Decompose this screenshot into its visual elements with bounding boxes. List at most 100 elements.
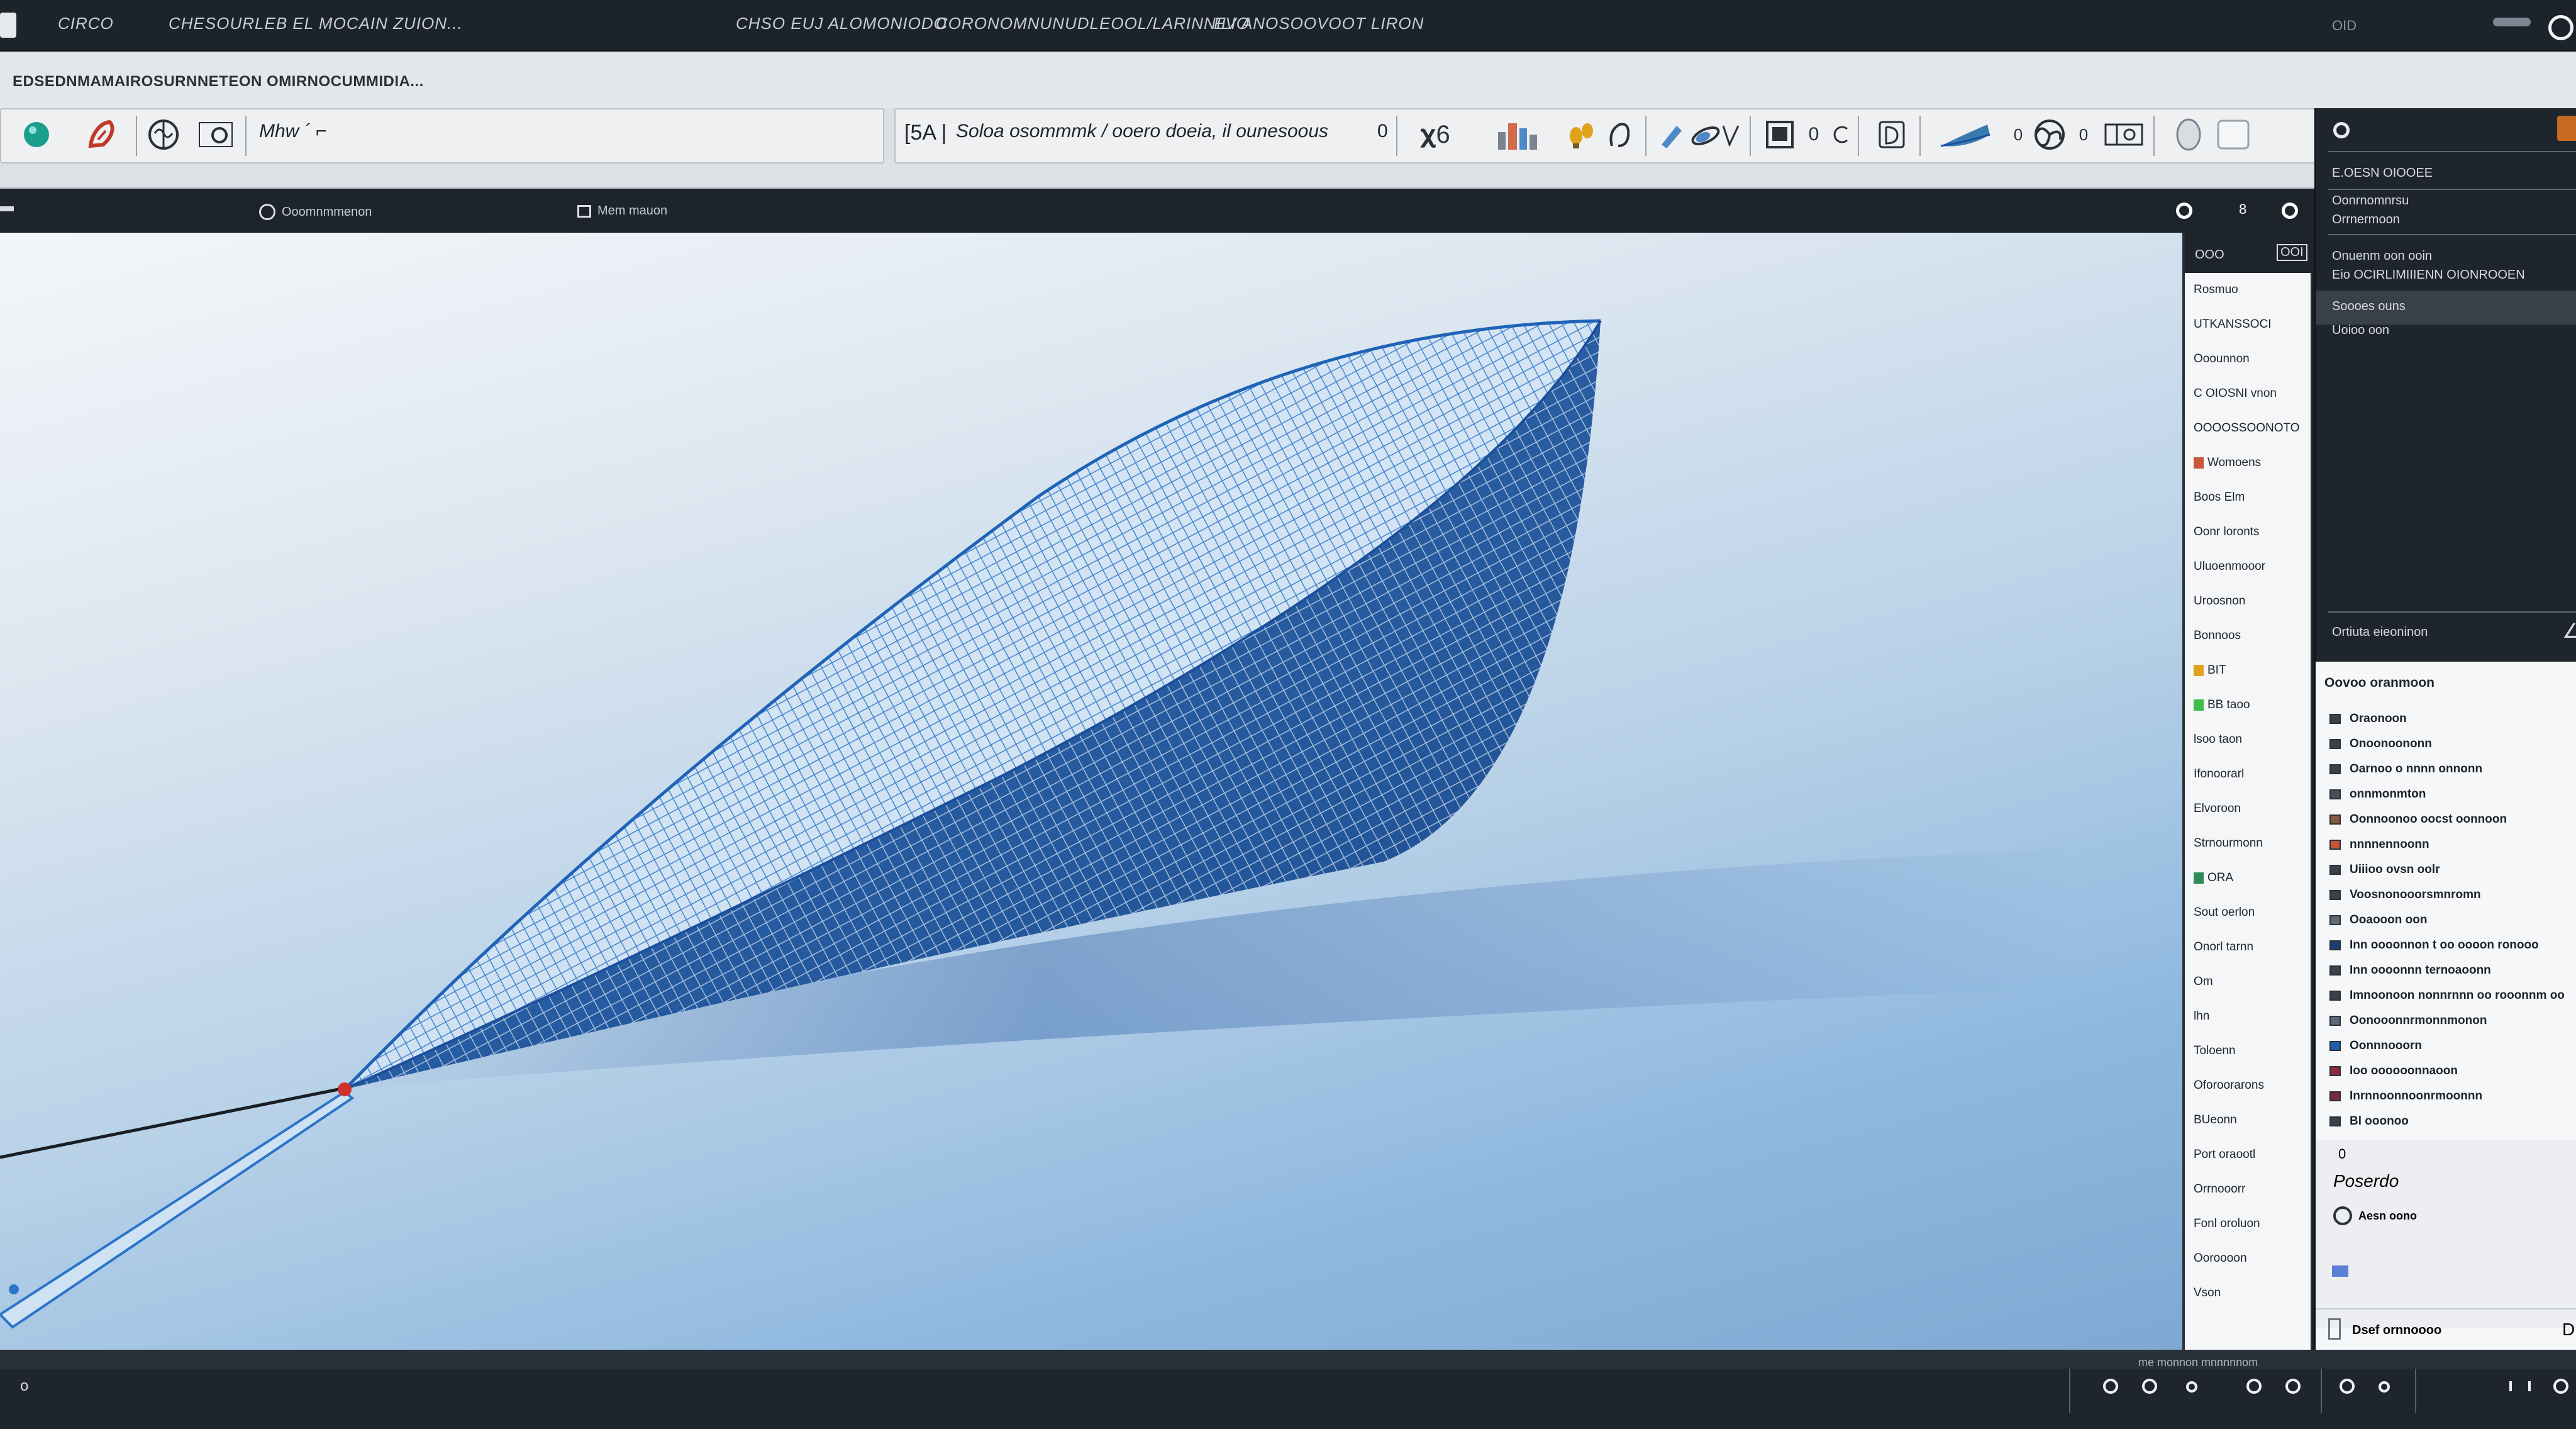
3d-viewport[interactable] <box>0 233 2182 1350</box>
layer-list-item[interactable]: Inn oooonnn ternoaoonn <box>2329 964 2491 977</box>
path-label[interactable]: Soloa osommmk / ooero doeia, il ounesoou… <box>956 121 1328 142</box>
pen-tool-button[interactable] <box>83 116 121 153</box>
prop-row-5[interactable]: Eio OCIRLIMIIIENN OIONROOEN <box>2332 268 2525 282</box>
layer-list-item[interactable]: Inn oooonnon t oo oooon ronooo <box>2329 938 2539 952</box>
layer-list-item[interactable]: Voosnonooorsmnromn <box>2329 888 2481 902</box>
prop-row-3[interactable]: Orrnermoon <box>2332 213 2400 227</box>
layer-list-item[interactable]: Oonooonnrmonnmonon <box>2329 1014 2487 1028</box>
text-tool-button[interactable]: 𝛘6 <box>1409 116 1462 153</box>
bulb-tool-button[interactable] <box>1562 116 1600 153</box>
app-icon[interactable] <box>0 13 16 38</box>
status-ring-2-icon[interactable] <box>2142 1379 2157 1394</box>
prop-footer-row[interactable]: Ortiuta eieoninon <box>2332 625 2428 640</box>
palette-item[interactable]: Rosmuo <box>2194 283 2238 297</box>
close-icon[interactable] <box>2548 15 2573 40</box>
status-ring-7-icon[interactable] <box>2379 1381 2390 1393</box>
palette-item[interactable]: lhn <box>2194 1009 2209 1023</box>
viewport-tab-2[interactable]: Mem mauon <box>577 204 667 218</box>
frame-tool-button[interactable] <box>1761 116 1799 153</box>
palette-item[interactable]: BUeonn <box>2194 1113 2237 1127</box>
bracket-label[interactable]: [5A | <box>904 121 947 145</box>
minimize-icon[interactable] <box>2493 18 2531 26</box>
layer-list-item[interactable]: Uiiioo ovsn oolr <box>2329 863 2440 877</box>
root-node[interactable] <box>338 1082 352 1096</box>
layer-list-item[interactable]: Oonnoonoo oocst oonnoon <box>2329 813 2507 826</box>
viewport-maximize-icon[interactable] <box>2176 203 2192 219</box>
title-menu-2[interactable]: CHESOURLEB EL MOCAIN ZUION... <box>169 14 463 33</box>
layer-radio-option[interactable]: Aesn oono <box>2333 1206 2417 1225</box>
palette-item[interactable]: Uluoenmooor <box>2194 560 2265 574</box>
layer-footer-checkbox[interactable] <box>2328 1318 2341 1340</box>
layer-list-item[interactable]: Imnoonoon nonnrnnn oo rooonnm oo <box>2329 989 2565 1003</box>
stem-end-node[interactable] <box>9 1284 19 1294</box>
viewport-menu-icon[interactable] <box>0 206 14 211</box>
layer-list-item[interactable]: Inrnnoonnoonrmoonnn <box>2329 1089 2482 1103</box>
palette-item[interactable]: Ooroooon <box>2194 1252 2247 1265</box>
palette-item[interactable]: Orrnooorr <box>2194 1182 2245 1196</box>
palette-item[interactable]: ORA <box>2194 871 2233 885</box>
palette-item[interactable]: Boos Elm <box>2194 491 2245 504</box>
arc-tool-button[interactable] <box>1829 116 1854 153</box>
prop-row-4[interactable]: Onuenm oon ooin <box>2332 249 2432 264</box>
palette-item[interactable]: OOOOSSOONOTO <box>2194 421 2300 435</box>
palette-header-left[interactable]: OOO <box>2195 248 2224 262</box>
brush-tool-button[interactable] <box>1655 116 1743 153</box>
palette-item[interactable]: Oonr loronts <box>2194 525 2260 539</box>
title-menu-3[interactable]: CHSO EUJ ALOMONIODO <box>736 14 947 33</box>
ellipse-tool-button[interactable] <box>2170 116 2207 153</box>
palette-item[interactable]: lsoo taon <box>2194 733 2242 747</box>
lasso-tool-button[interactable] <box>1604 116 1635 153</box>
palette-item[interactable]: Womoens <box>2194 456 2261 470</box>
palette-item[interactable]: Om <box>2194 975 2213 989</box>
layer-list-item[interactable]: Onoonoononn <box>2329 737 2432 751</box>
palette-item[interactable]: Sout oerlon <box>2194 906 2255 920</box>
layer-list-item[interactable]: Ooaooon oon <box>2329 913 2427 927</box>
layer-list-item[interactable]: Oarnoo o nnnn onnonn <box>2329 762 2482 776</box>
layer-list-item[interactable]: Oonnnooorn <box>2329 1039 2422 1053</box>
layer-color-swatch[interactable] <box>2332 1265 2348 1277</box>
palette-item[interactable]: Vson <box>2194 1286 2221 1300</box>
zero-button-b[interactable]: 0 <box>2074 116 2093 153</box>
palette-item[interactable]: Bonnoos <box>2194 629 2241 643</box>
palette-item[interactable]: Fonl oroluon <box>2194 1217 2260 1231</box>
status-ring-1-icon[interactable] <box>2103 1379 2118 1394</box>
shape-tool-button[interactable] <box>1936 116 1999 153</box>
palette-item[interactable]: Strnourmonn <box>2194 837 2263 850</box>
palette-item[interactable]: BB taoo <box>2194 698 2250 712</box>
palette-item[interactable]: Elvoroon <box>2194 802 2241 816</box>
palette-item[interactable]: Oforoorarons <box>2194 1079 2264 1093</box>
prop-row-1[interactable]: E.OESN OIOOEE <box>2332 166 2433 181</box>
palette-item[interactable]: C OIOSNI vnon <box>2194 387 2277 401</box>
title-menu-4[interactable]: CORONOMNUNUDLEOOL/LARINNILIO <box>936 14 1250 33</box>
layer-list-item[interactable]: Ioo oooooonnaoon <box>2329 1064 2458 1078</box>
title-menu-1[interactable]: CIRCO <box>58 14 114 33</box>
menu-strip-text[interactable]: EDSEDNMAMAIROSURNNETEON OMIRNOCUMMIDIA..… <box>13 73 424 91</box>
palette-item[interactable]: UTKANSSOCI <box>2194 318 2272 331</box>
palette-item[interactable]: BIT <box>2194 664 2226 677</box>
layer-footer-right[interactable]: D <box>2562 1320 2575 1340</box>
status-ring-5-icon[interactable] <box>2285 1379 2301 1394</box>
node-count-button[interactable]: 0 <box>1801 116 1826 153</box>
swirl-tool-button[interactable] <box>2028 116 2072 153</box>
square-tool-button[interactable] <box>2211 116 2255 153</box>
layer-list-item[interactable]: onnmonmton <box>2329 787 2426 801</box>
viewport-tab-mid[interactable]: 8 <box>2239 201 2246 218</box>
prop-row-7[interactable]: Uoioo oon <box>2332 323 2389 338</box>
layer-footer-label[interactable]: Dsef ornnoooo <box>2352 1323 2441 1338</box>
status-ring-4-icon[interactable] <box>2246 1379 2262 1394</box>
circle-tool-button[interactable] <box>194 116 238 153</box>
sphere-tool-button[interactable] <box>18 116 55 153</box>
prop-row-6[interactable]: Soooes ouns <box>2332 299 2406 314</box>
layer-mode-label[interactable]: Poserdo <box>2333 1171 2399 1191</box>
palette-item[interactable]: Onorl tarnn <box>2194 940 2253 954</box>
palette-item[interactable]: Ooounnon <box>2194 352 2250 366</box>
palette-item[interactable]: Port oraootl <box>2194 1148 2255 1162</box>
title-menu-5[interactable]: EV ANOSOOVOOT LIRON <box>1214 14 1424 33</box>
status-ring-6-icon[interactable] <box>2340 1379 2355 1394</box>
palette-header-right[interactable]: OOI <box>2277 244 2307 261</box>
properties-ring-icon[interactable] <box>2333 122 2350 138</box>
layer-list-item[interactable]: Bl ooonoo <box>2329 1115 2409 1128</box>
layer-list-item[interactable]: nnnnennoonn <box>2329 838 2429 852</box>
viewport-tab-1[interactable]: Ooomnmmenon <box>259 204 372 220</box>
layout-tool-button[interactable] <box>2102 116 2146 153</box>
